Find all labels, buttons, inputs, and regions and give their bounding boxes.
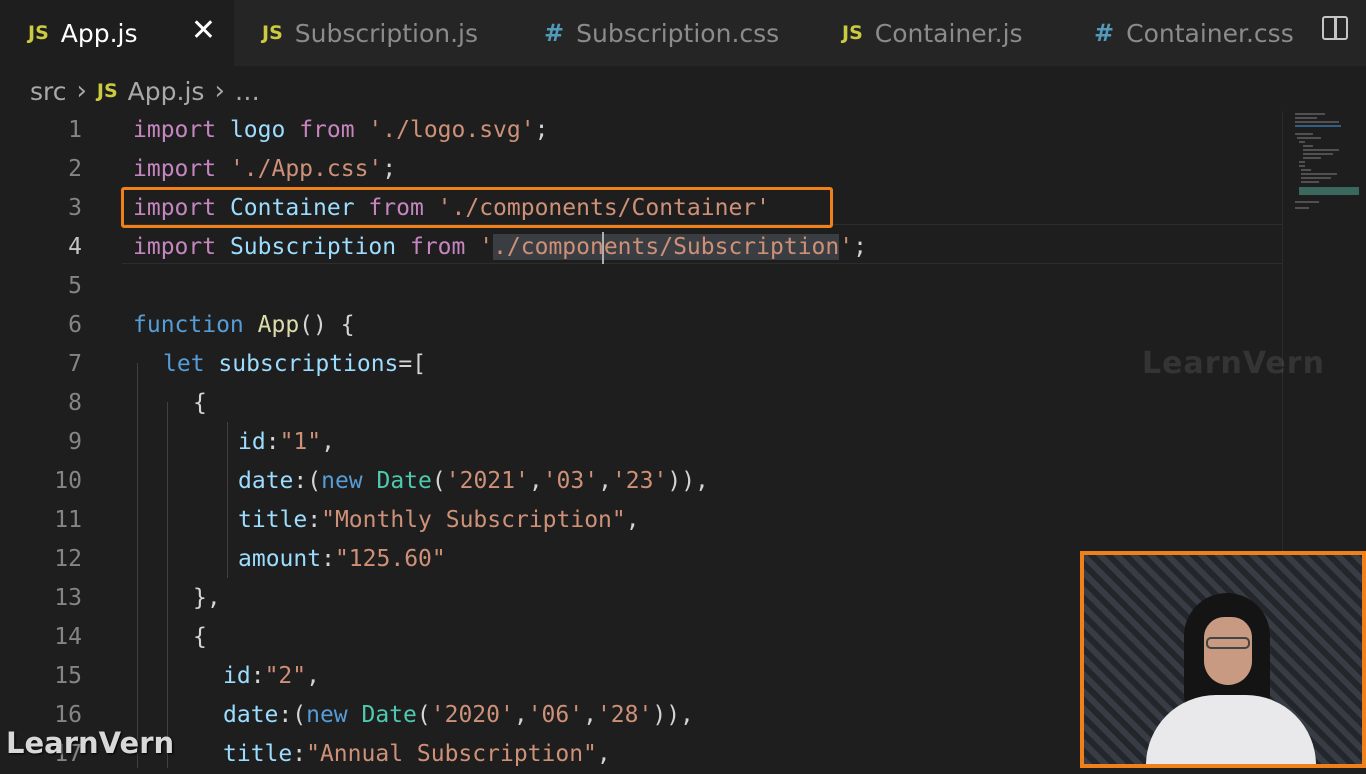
line-number: 7: [68, 351, 82, 377]
css-file-icon: #: [544, 19, 565, 47]
line-number: 8: [68, 390, 82, 416]
breadcrumb-file[interactable]: App.js: [128, 77, 205, 106]
css-file-icon: #: [1094, 19, 1115, 47]
tab-app-js[interactable]: JS App.js ✕: [0, 0, 234, 66]
line-number: 11: [54, 507, 82, 533]
chevron-right-icon: ›: [214, 76, 225, 106]
chevron-right-icon: ›: [76, 76, 87, 106]
code-text: amount:"125.60": [238, 546, 446, 572]
tab-bar: JS App.js ✕ JS Subscription.js # Subscri…: [0, 0, 1366, 66]
breadcrumb-more[interactable]: …: [235, 77, 260, 106]
tab-label: Container.css: [1126, 18, 1294, 48]
watermark-logo: LearnVern: [6, 726, 175, 760]
code-text: date:(new Date('2020','06','28')),: [223, 702, 694, 728]
js-file-icon: JS: [842, 22, 863, 44]
webcam-overlay: [1080, 551, 1366, 768]
code-text: {: [193, 624, 207, 650]
line-number: 6: [68, 312, 82, 338]
tab-label: Subscription.css: [576, 18, 780, 48]
tab-label: Subscription.js: [294, 18, 479, 48]
js-file-icon: JS: [262, 22, 283, 44]
code-text: },: [193, 585, 221, 611]
code-text: {: [193, 390, 207, 416]
line-number: 2: [68, 156, 82, 182]
code-text: function App() {: [133, 312, 355, 338]
code-line[interactable]: 8 {: [0, 384, 1282, 423]
line-number: 3: [68, 195, 82, 221]
code-text: title:"Monthly Subscription",: [238, 507, 640, 533]
watermark: LearnVern: [1142, 346, 1325, 381]
line-number: 5: [68, 273, 82, 299]
code-line[interactable]: 1 import logo from './logo.svg';: [0, 111, 1282, 150]
line-number: 9: [68, 429, 82, 455]
text-cursor: [602, 232, 604, 264]
tab-label: App.js: [60, 18, 138, 48]
split-editor-icon[interactable]: [1322, 16, 1348, 40]
code-text: id:"2",: [223, 663, 320, 689]
code-line[interactable]: 5: [0, 267, 1282, 306]
js-file-icon: JS: [96, 80, 118, 102]
code-text: import Subscription from './components/S…: [133, 234, 867, 260]
line-number: 14: [54, 624, 82, 650]
tab-subscription-css[interactable]: # Subscription.css: [516, 0, 814, 66]
tab-subscription-js[interactable]: JS Subscription.js: [234, 0, 516, 66]
code-line[interactable]: 2 import './App.css';: [0, 150, 1282, 189]
tab-container-js[interactable]: JS Container.js: [814, 0, 1066, 66]
code-line[interactable]: 4 import Subscription from './components…: [0, 228, 1282, 267]
breadcrumb-folder[interactable]: src: [30, 77, 67, 106]
line-number: 12: [54, 546, 82, 572]
line-number: 10: [54, 468, 82, 494]
code-line[interactable]: 7 let subscriptions=[: [0, 345, 1282, 384]
code-line[interactable]: 10 date:(new Date('2021','03','23')),: [0, 462, 1282, 501]
minimap[interactable]: [1282, 111, 1366, 551]
tab-label: Container.js: [874, 18, 1023, 48]
code-text: import './App.css';: [133, 156, 397, 182]
code-line[interactable]: 9 id:"1",: [0, 423, 1282, 462]
code-line[interactable]: 11 title:"Monthly Subscription",: [0, 501, 1282, 540]
code-text: import logo from './logo.svg';: [133, 117, 549, 143]
glasses-icon: [1206, 637, 1250, 649]
line-number: 13: [54, 585, 82, 611]
highlight-box: [121, 187, 833, 228]
breadcrumb: src › JS App.js › …: [30, 74, 260, 108]
js-file-icon: JS: [28, 22, 49, 44]
line-number: 15: [54, 663, 82, 689]
close-icon[interactable]: ✕: [191, 16, 216, 46]
presenter-face: [1204, 617, 1252, 685]
code-text: let subscriptions=[: [163, 351, 427, 377]
code-text: title:"Annual Subscription",: [223, 741, 611, 767]
selection: ./components/Subscription: [493, 234, 840, 260]
tab-container-css[interactable]: # Container.css: [1066, 0, 1306, 66]
line-number: 4: [68, 234, 82, 260]
code-text: date:(new Date('2021','03','23')),: [238, 468, 709, 494]
code-text: id:"1",: [238, 429, 335, 455]
code-line[interactable]: 6 function App() {: [0, 306, 1282, 345]
line-number: 1: [68, 117, 82, 143]
